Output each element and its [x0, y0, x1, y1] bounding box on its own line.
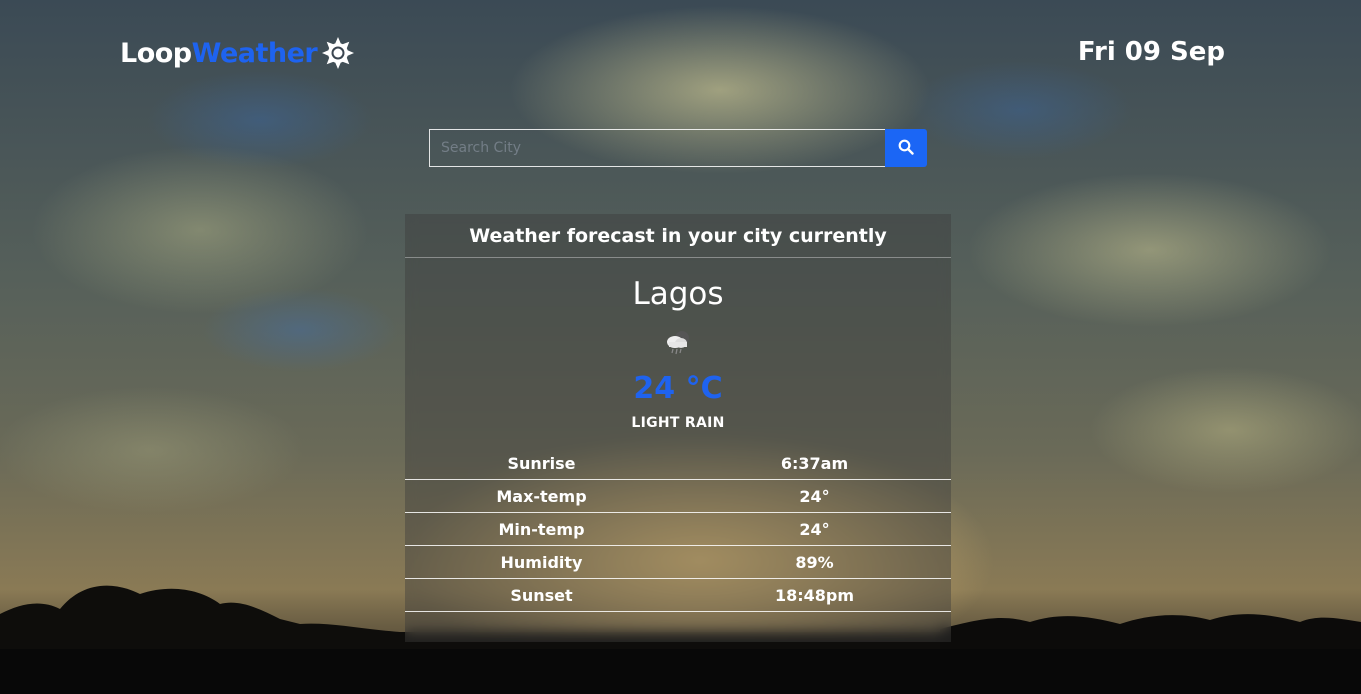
detail-label: Max-temp	[496, 486, 587, 506]
detail-value: 6:37am	[780, 454, 849, 473]
search-input[interactable]	[429, 129, 885, 167]
detail-label: Humidity	[500, 552, 583, 572]
detail-row-min-temp: Min-temp 24°	[405, 513, 951, 546]
card-heading: Weather forecast in your city currently	[405, 214, 951, 258]
detail-value: 24°	[799, 519, 830, 539]
detail-row-max-temp: Max-temp 24°	[405, 480, 951, 513]
detail-row-sunrise: Sunrise 6:37am	[405, 448, 951, 480]
weather-card: Weather forecast in your city currently …	[405, 214, 951, 642]
detail-label: Sunset	[510, 585, 573, 605]
detail-value: 24°	[799, 486, 830, 506]
current-date: Fri 09 Sep	[1077, 37, 1225, 67]
city-name: Lagos	[632, 276, 724, 312]
detail-value: 18:48pm	[774, 585, 855, 605]
cloud-rain-icon	[405, 327, 951, 357]
brand-weather: Weather	[191, 37, 318, 69]
brand-loop: Loop	[120, 37, 192, 69]
search-icon	[898, 139, 914, 158]
weather-condition: LIGHT RAIN	[631, 415, 725, 431]
detail-label: Min-temp	[498, 519, 585, 539]
search-bar	[429, 129, 927, 167]
app-logo[interactable]: Loop Weather	[120, 36, 355, 70]
sun-gear-icon	[321, 36, 355, 70]
detail-row-humidity: Humidity 89%	[405, 546, 951, 579]
search-button[interactable]	[885, 129, 927, 167]
detail-label: Sunrise	[507, 454, 576, 473]
detail-value: 89%	[795, 552, 834, 572]
weather-details-table: Sunrise 6:37am Max-temp 24° Min-temp 24°…	[405, 448, 951, 612]
temperature: 24 °C	[633, 371, 723, 406]
detail-row-sunset: Sunset 18:48pm	[405, 579, 951, 612]
